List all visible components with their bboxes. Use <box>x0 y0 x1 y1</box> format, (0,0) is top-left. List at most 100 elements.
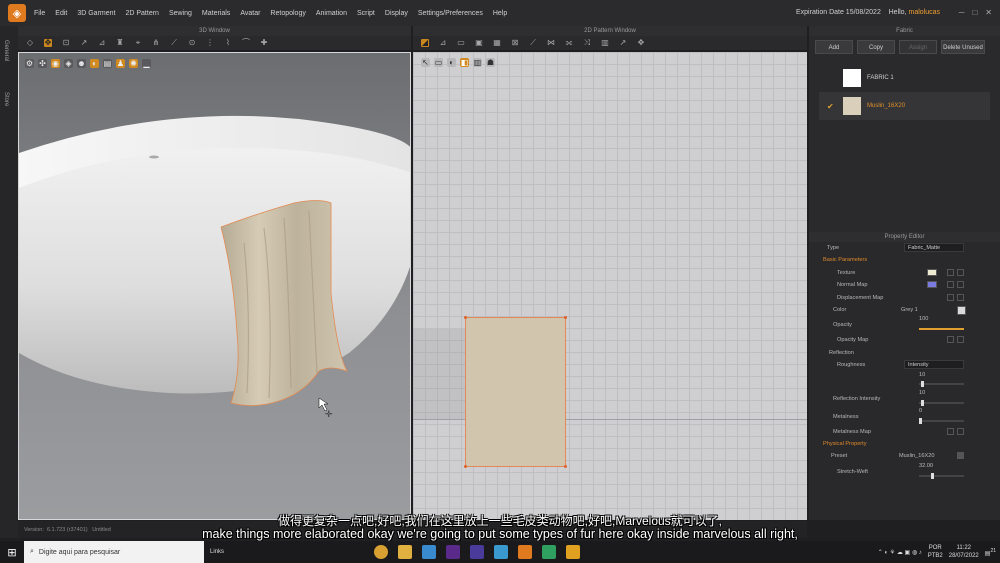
roughness-select[interactable]: Intensity <box>904 360 964 370</box>
rectangle-icon[interactable]: ▭ <box>457 39 465 47</box>
annotation-icon[interactable]: ↖ <box>421 58 430 67</box>
measure-icon[interactable]: ⌇ <box>224 39 232 47</box>
select-icon[interactable]: ◇ <box>26 39 34 47</box>
opacity-slider[interactable] <box>919 328 964 331</box>
darts-icon[interactable]: ⊠ <box>511 39 519 47</box>
check-sewing-icon[interactable]: ▥ <box>601 39 609 47</box>
opacity-browse-icon[interactable] <box>947 336 954 344</box>
fabric-item[interactable]: FABRIC 1 <box>819 64 990 92</box>
roughness-slider[interactable] <box>919 380 964 387</box>
curve-icon[interactable]: ⟋ <box>529 39 537 47</box>
zipper-icon[interactable]: ⋮ <box>206 39 214 47</box>
delete-unused-button[interactable]: Delete Unused <box>941 40 985 54</box>
minimize-icon[interactable]: ─ <box>959 8 965 17</box>
user-name[interactable]: malolucas <box>908 9 940 16</box>
marvelous-designer-icon[interactable] <box>518 545 533 559</box>
seam-icon[interactable]: ⟋ <box>170 39 178 47</box>
normal-delete-icon[interactable] <box>957 281 964 289</box>
assign-fabric-button[interactable]: Assign <box>899 40 937 54</box>
metalness-slider[interactable] <box>919 417 964 424</box>
avatar-2d-icon[interactable]: ☗ <box>486 58 495 67</box>
texture-2d-icon[interactable]: ◐ <box>447 58 456 67</box>
clock[interactable]: 11:22 28/07/2022 <box>949 544 979 560</box>
normal-map-swatch[interactable] <box>927 281 937 289</box>
app-icon-3[interactable] <box>566 545 581 559</box>
fabric-view-icon[interactable]: ◧ <box>460 58 469 67</box>
stretch-weft-slider[interactable] <box>919 472 964 479</box>
after-effects-icon[interactable] <box>470 545 485 559</box>
internal-shape-icon[interactable]: ▦ <box>493 39 501 47</box>
reflection-intensity-slider[interactable] <box>919 399 964 406</box>
menu-sewing[interactable]: Sewing <box>169 10 192 17</box>
pin-icon[interactable]: ↗ <box>80 39 88 47</box>
select-mesh-icon[interactable]: ⊡ <box>62 39 70 47</box>
2d-viewport[interactable]: ↖ ▭ ◐ ◧ ▥ ☗ <box>413 52 807 520</box>
tack-icon[interactable]: ⌖ <box>134 39 142 47</box>
grid-toggle-icon[interactable]: ▭ <box>434 58 443 67</box>
tape-icon[interactable]: ⌒ <box>242 39 250 47</box>
file-explorer-icon[interactable] <box>398 545 413 559</box>
texture-edit-icon[interactable]: ✥ <box>637 39 645 47</box>
draped-fabric[interactable] <box>220 200 348 406</box>
menu-retopology[interactable]: Retopology <box>270 10 305 17</box>
button-tool-icon[interactable]: ⊙ <box>188 39 196 47</box>
free-sewing-icon[interactable]: ⤨ <box>583 39 591 47</box>
menu-settings[interactable]: Settings/Preferences <box>418 10 483 17</box>
trace-icon[interactable]: ↗ <box>619 39 627 47</box>
menu-materials[interactable]: Materials <box>202 10 230 17</box>
preset-value[interactable]: Muslin_16X20 <box>899 453 934 459</box>
menu-display[interactable]: Display <box>385 10 408 17</box>
texture-browse-icon[interactable] <box>947 268 954 276</box>
chrome-icon[interactable] <box>374 545 389 559</box>
close-icon[interactable]: ✕ <box>985 8 992 17</box>
metalness-delete-icon[interactable] <box>957 427 964 435</box>
copy-fabric-button[interactable]: Copy <box>857 40 895 54</box>
graphic-icon[interactable]: ▥ <box>473 58 482 67</box>
menu-help[interactable]: Help <box>493 10 507 17</box>
garment-icon[interactable]: ♜ <box>116 39 124 47</box>
seam-line-icon[interactable]: ⋈ <box>547 39 555 47</box>
language-indicator[interactable]: POR PTB2 <box>928 544 943 560</box>
basic-parameters-section[interactable]: Basic Parameters <box>823 257 867 263</box>
preset-add-icon[interactable] <box>957 452 964 460</box>
physical-property-section[interactable]: Physical Property <box>823 441 867 447</box>
normal-browse-icon[interactable] <box>947 281 954 289</box>
color-swatch[interactable] <box>957 305 966 315</box>
menu-3d-garment[interactable]: 3D Garment <box>77 10 115 17</box>
tab-general[interactable]: General <box>3 40 9 61</box>
menu-2d-pattern[interactable]: 2D Pattern <box>125 10 158 17</box>
menu-avatar[interactable]: Avatar <box>240 10 260 17</box>
type-select[interactable]: Fabric_Matte <box>904 243 964 252</box>
metalness-browse-icon[interactable] <box>947 427 954 435</box>
transform-icon[interactable]: ✥ <box>44 39 52 47</box>
texture-swatch[interactable] <box>927 268 937 276</box>
tab-store[interactable]: Store <box>3 92 9 106</box>
reflection-section[interactable]: Reflection <box>829 350 854 356</box>
displacement-browse-icon[interactable] <box>947 293 954 301</box>
fabric-item-selected[interactable]: ✔ Muslin_16X20 <box>819 92 990 120</box>
fabric-pattern-piece[interactable] <box>464 316 567 468</box>
premiere-icon[interactable] <box>446 545 461 559</box>
3d-viewport[interactable]: ⚙ ✣ ◉ ◈ ☻ ◐ ▤ ♟ ✺ ▁ ✛ <box>18 52 411 520</box>
opacity-delete-icon[interactable] <box>957 336 964 344</box>
transform-pattern-icon[interactable]: ◢ <box>421 39 429 47</box>
app-icon-2[interactable] <box>542 545 557 559</box>
menu-edit[interactable]: Edit <box>55 10 67 17</box>
segment-icon[interactable]: ⟗ <box>565 39 573 47</box>
app-logo-icon[interactable]: ◈ <box>8 4 26 22</box>
edit-pattern-icon[interactable]: ⊿ <box>439 39 447 47</box>
arrange-icon[interactable]: ✚ <box>260 39 268 47</box>
puckering-icon[interactable]: ⋔ <box>152 39 160 47</box>
tray-icons[interactable]: ⌃ ◐ ⚘ ☁ ▣ ◍ ♪ <box>878 549 922 556</box>
menu-animation[interactable]: Animation <box>316 10 347 17</box>
links-toolbar[interactable]: Links <box>210 549 224 555</box>
texture-delete-icon[interactable] <box>957 268 964 276</box>
app-icon[interactable] <box>494 545 509 559</box>
taskbar-search[interactable]: ⌕ Digite aqui para pesquisar <box>24 541 204 563</box>
menu-file[interactable]: File <box>34 10 45 17</box>
notification-icon[interactable]: ▤21 <box>985 548 996 557</box>
fold-icon[interactable]: ⊿ <box>98 39 106 47</box>
menu-script[interactable]: Script <box>357 10 375 17</box>
windows-start-icon[interactable]: ⊞ <box>0 541 24 563</box>
displacement-delete-icon[interactable] <box>957 293 964 301</box>
